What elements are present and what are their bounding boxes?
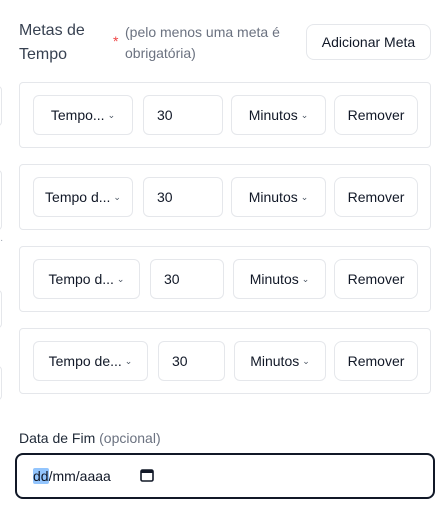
goal-type-value: Tempo... <box>50 107 105 123</box>
goal-value-input[interactable]: 30 <box>150 259 224 299</box>
goal-unit-value: Minutos <box>250 353 300 369</box>
goal-type-value: Tempo d... <box>45 189 111 205</box>
end-date-day-segment[interactable]: dd <box>33 468 49 484</box>
add-goal-button[interactable]: Adicionar Meta <box>306 24 431 60</box>
left-panel-edge <box>0 290 2 328</box>
remove-goal-button[interactable]: Remover <box>334 259 418 299</box>
chevron-down-icon: ⌄ <box>113 191 121 202</box>
chevron-down-icon: ⌄ <box>301 273 310 284</box>
goal-type-select[interactable]: Tempo... ⌄ <box>33 95 133 135</box>
remove-goal-button[interactable]: Remover <box>334 177 418 217</box>
goal-type-value: Tempo de... <box>48 353 122 369</box>
chevron-down-icon: ⌄ <box>302 355 310 366</box>
end-date-label: Data de Fim (opcional) <box>19 428 161 448</box>
end-date-input[interactable]: dd/mm/aaaa <box>15 453 435 499</box>
goal-value-input[interactable]: 30 <box>143 177 223 217</box>
goal-card: Tempo d... ⌄ 30 Minutos ⌄ Remover <box>19 164 431 230</box>
chevron-down-icon: ⌄ <box>124 355 133 366</box>
goal-card: Tempo... ⌄ 30 Minutos ⌄ Remover <box>19 82 431 148</box>
left-panel-edge <box>0 170 2 230</box>
goal-unit-select[interactable]: Minutos ⌄ <box>234 341 326 381</box>
goal-unit-value: Minutos <box>248 189 298 205</box>
goal-card: Tempo de... ⌄ 30 Minutos ⌄ Remover <box>19 328 431 394</box>
goal-unit-select[interactable]: Minutos ⌄ <box>233 259 326 299</box>
goal-type-value: Tempo d... <box>48 271 114 287</box>
edge-mark: · <box>0 235 4 246</box>
chevron-down-icon: ⌄ <box>107 109 116 120</box>
goal-type-select[interactable]: Tempo de... ⌄ <box>33 341 148 381</box>
chevron-down-icon: ⌄ <box>116 273 125 284</box>
goal-unit-select[interactable]: Minutos ⌄ <box>231 177 326 217</box>
calendar-icon[interactable] <box>140 468 154 482</box>
end-date-label-text: Data de Fim <box>19 430 96 446</box>
goal-unit-select[interactable]: Minutos ⌄ <box>231 95 326 135</box>
remove-goal-button[interactable]: Remover <box>334 341 418 381</box>
goal-type-select[interactable]: Tempo d... ⌄ <box>33 259 140 299</box>
goal-value-input[interactable]: 30 <box>143 95 223 135</box>
remove-goal-button[interactable]: Remover <box>334 95 418 135</box>
chevron-down-icon: ⌄ <box>300 109 309 120</box>
goals-hint: (pelo menos uma meta é obrigatória) <box>125 24 280 61</box>
goal-type-select[interactable]: Tempo d... ⌄ <box>33 177 133 217</box>
goal-unit-value: Minutos <box>249 271 299 287</box>
left-panel-edge <box>0 366 2 400</box>
end-date-rest-segment[interactable]: /mm/aaaa <box>49 468 111 484</box>
required-mark: * <box>113 33 119 49</box>
goal-unit-value: Minutos <box>248 107 298 123</box>
goal-card: Tempo d... ⌄ 30 Minutos ⌄ Remover <box>19 246 431 312</box>
chevron-down-icon: ⌄ <box>300 191 309 202</box>
goal-value-input[interactable]: 30 <box>158 341 225 381</box>
end-date-optional: (opcional) <box>99 430 161 446</box>
goals-title: Metas de Tempo <box>19 22 85 63</box>
left-panel-edge <box>0 86 2 126</box>
